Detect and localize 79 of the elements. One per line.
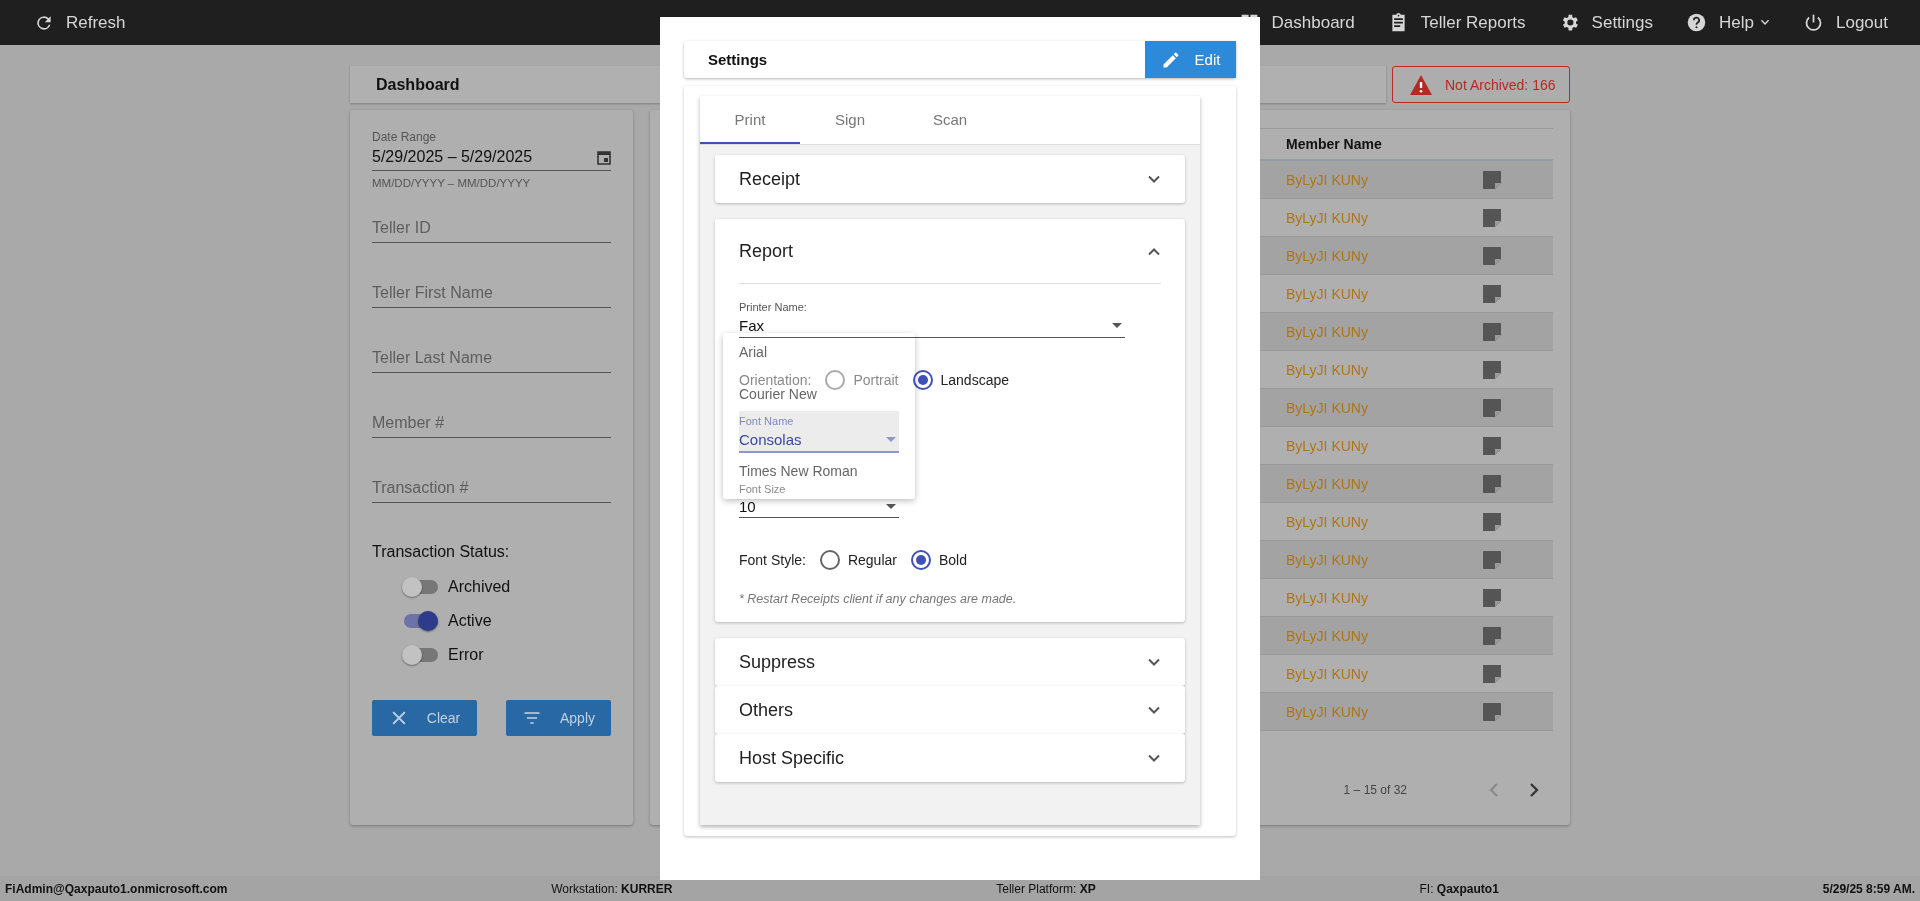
panel-header[interactable]: Suppress <box>715 638 1185 686</box>
note-icon[interactable] <box>1483 550 1501 569</box>
text-field[interactable]: Teller ID <box>372 213 611 243</box>
toggle-label: Error <box>448 646 484 664</box>
note-icon[interactable] <box>1483 664 1501 683</box>
tab[interactable]: Sign <box>800 96 900 144</box>
refresh-button[interactable]: Refresh <box>34 12 126 33</box>
toggle-label: Archived <box>448 578 511 596</box>
note-icon[interactable] <box>1483 588 1501 607</box>
font-style-label: Font Style: <box>739 552 806 568</box>
panel-header[interactable]: Report <box>739 219 1161 284</box>
nav-button[interactable]: Settings <box>1558 12 1654 33</box>
edit-button[interactable]: Edit <box>1145 41 1236 78</box>
toggle-label: Active <box>448 612 492 630</box>
note-icon[interactable] <box>1483 436 1501 455</box>
power-icon <box>1803 12 1824 33</box>
filter-button[interactable]: Apply <box>506 700 611 736</box>
menu-item[interactable]: Times New Roman <box>739 462 858 480</box>
note-icon[interactable] <box>1483 626 1501 645</box>
next-page-icon[interactable] <box>1529 783 1539 797</box>
column-header: Member Name <box>1286 136 1383 152</box>
calendar-icon <box>597 149 611 165</box>
toggle-switch[interactable] <box>402 648 438 662</box>
font-size-select[interactable]: Font Size 10 <box>739 483 899 518</box>
tab[interactable]: Scan <box>900 96 1000 144</box>
warning-icon <box>1409 73 1433 96</box>
menu-item[interactable]: Courier New <box>739 385 817 403</box>
tab[interactable]: Print <box>700 96 800 144</box>
help-icon <box>1686 12 1708 33</box>
dialog-title: Settings <box>708 51 768 68</box>
radio-label: Bold <box>938 552 967 568</box>
filter-button[interactable]: Clear <box>372 700 477 736</box>
note-icon[interactable] <box>1483 284 1501 303</box>
toggle-switch[interactable] <box>402 580 438 594</box>
panel-header[interactable]: Receipt <box>715 155 1185 203</box>
text-field[interactable]: Teller First Name <box>372 278 611 308</box>
date-format-hint: MM/DD/YYYY – MM/DD/YYYY <box>372 177 532 189</box>
radio-button[interactable] <box>819 550 840 570</box>
orientation-label: Orientation: <box>739 372 812 388</box>
note-icon[interactable] <box>1483 702 1501 721</box>
note-icon[interactable] <box>1483 512 1501 531</box>
menu-item[interactable]: Arial <box>739 343 767 361</box>
dropdown-arrow-icon <box>886 436 896 442</box>
status-text: FI: Qaxpauto1 <box>1419 881 1499 896</box>
note-icon[interactable] <box>1483 170 1501 189</box>
note-icon[interactable] <box>1483 208 1501 227</box>
status-text: FiAdmin@Qaxpauto1.onmicrosoft.com <box>5 881 228 896</box>
nav-button[interactable]: Logout <box>1803 12 1888 33</box>
page-range: 1 – 15 of 32 <box>1343 783 1407 797</box>
note-icon[interactable] <box>1483 322 1501 341</box>
radio-button[interactable] <box>910 550 931 570</box>
status-text: Teller Platform: XP <box>996 881 1096 896</box>
nav-button[interactable]: Help <box>1686 12 1770 33</box>
radio-label: Landscape <box>940 372 1009 388</box>
restart-note: * Restart Receipts client if any changes are made. <box>739 592 1018 606</box>
radio-button[interactable] <box>912 370 933 390</box>
font-name-select[interactable]: Font Name Consolas <box>739 411 899 453</box>
page-title: Dashboard <box>376 75 460 94</box>
radio-label: Portrait <box>853 372 899 388</box>
panel-header[interactable]: Host Specific <box>715 734 1185 782</box>
text-field[interactable]: Transaction # <box>372 473 611 503</box>
status-text: 5/29/25 8:59 AM. <box>1822 881 1915 896</box>
note-icon[interactable] <box>1483 360 1501 379</box>
note-icon[interactable] <box>1483 474 1501 493</box>
radio-button[interactable] <box>825 370 846 390</box>
status-text: Workstation: KURRER <box>551 881 673 896</box>
dropdown-arrow-icon <box>886 503 896 509</box>
panel-header[interactable]: Others <box>715 686 1185 734</box>
not-archived-badge[interactable]: Not Archived: 166 <box>1392 66 1570 103</box>
date-range-field[interactable]: Date Range 5/29/2025 – 5/29/2025 <box>372 130 611 171</box>
status-label: Transaction Status: <box>372 543 511 561</box>
nav-button[interactable]: Teller Reports <box>1387 12 1526 33</box>
text-field[interactable]: Member # <box>372 408 611 438</box>
dropdown-arrow-icon <box>1112 322 1122 328</box>
toggle-switch[interactable] <box>402 614 438 628</box>
text-field[interactable]: Teller Last Name <box>372 343 611 373</box>
radio-label: Regular <box>847 552 897 568</box>
note-icon[interactable] <box>1483 398 1501 417</box>
note-icon[interactable] <box>1483 246 1501 265</box>
